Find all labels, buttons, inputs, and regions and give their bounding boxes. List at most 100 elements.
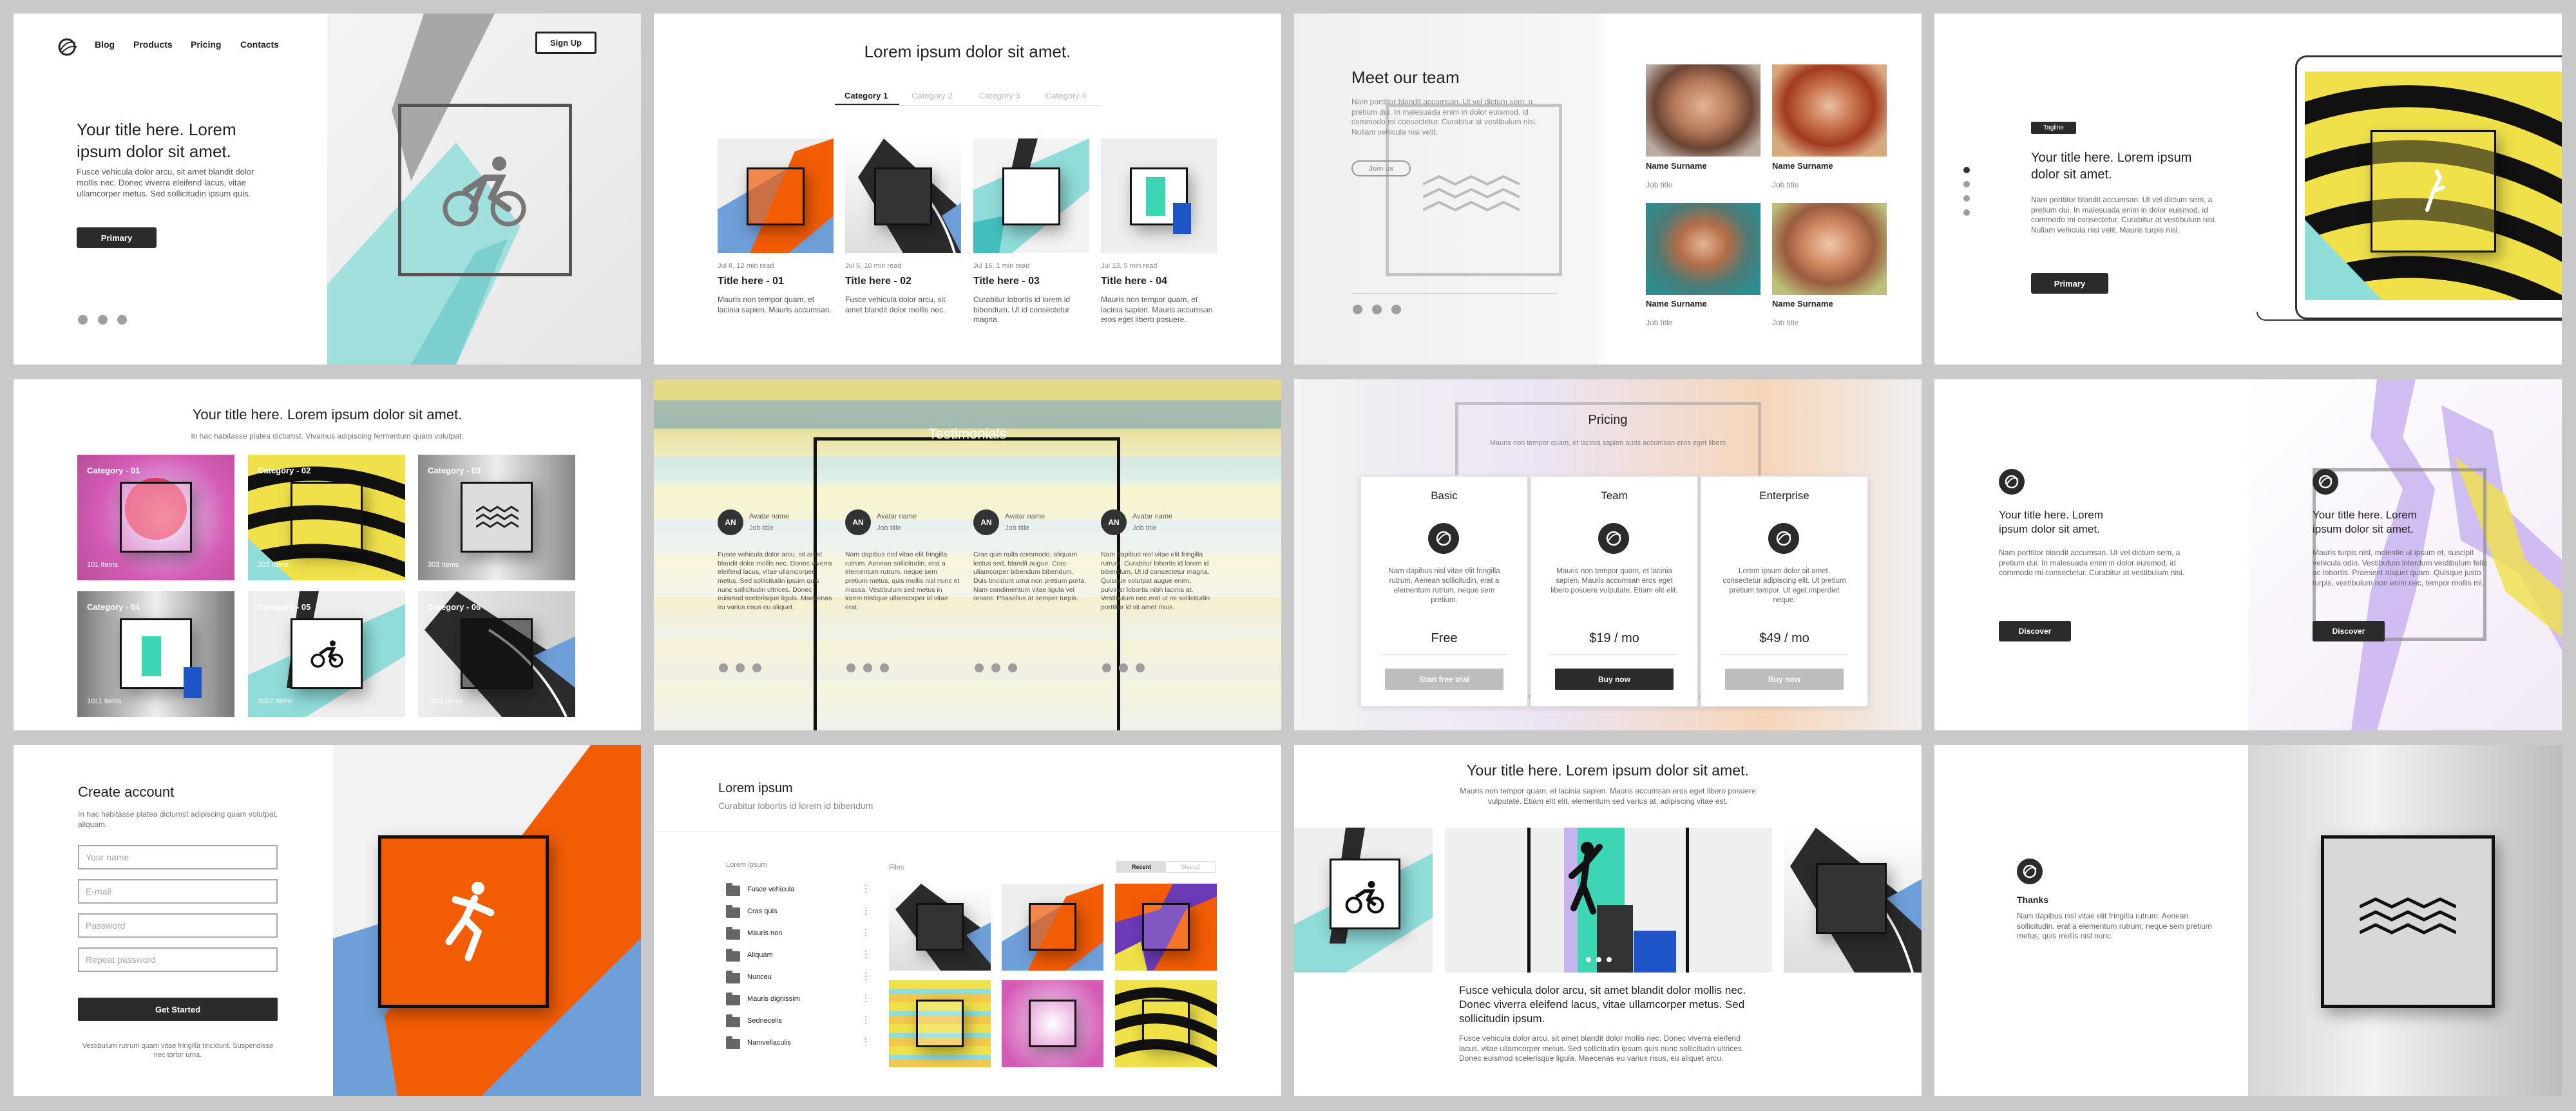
more-icon[interactable]: ⋮ — [861, 927, 870, 938]
team-photo-1[interactable] — [1646, 64, 1760, 157]
slider-dot-1[interactable] — [1353, 305, 1362, 314]
primary-button[interactable]: Primary — [2031, 273, 2108, 294]
slider-dot-2[interactable] — [1372, 305, 1382, 314]
globe-logo-icon — [1999, 469, 2025, 495]
nav-pricing[interactable]: Pricing — [191, 39, 221, 50]
folder-item-2[interactable]: Cras quis — [747, 907, 777, 915]
globe-logo-icon[interactable] — [56, 37, 79, 61]
file-thumb-1[interactable] — [889, 884, 991, 971]
post-image-3[interactable] — [973, 138, 1089, 253]
slider-dot-1[interactable] — [1963, 167, 1970, 173]
slider-dot[interactable] — [719, 663, 728, 672]
tab-category-3[interactable]: Category 3 — [979, 91, 1020, 100]
slider-dot[interactable] — [752, 663, 761, 672]
tab-category-4[interactable]: Category 4 — [1045, 91, 1087, 100]
feature-image-left[interactable] — [1294, 828, 1433, 973]
plan-card-basic: Basic Nam dapibus nisl vitae elit fringi… — [1360, 475, 1529, 707]
more-icon[interactable]: ⋮ — [861, 1036, 870, 1047]
nav-products[interactable]: Products — [133, 39, 173, 50]
slider-dot[interactable] — [991, 663, 1000, 672]
file-thumb-4[interactable] — [889, 980, 991, 1067]
slider-dot-1[interactable] — [78, 315, 88, 325]
name-field[interactable]: Your name — [78, 845, 278, 869]
slider-dot-3[interactable] — [117, 315, 127, 325]
tab-category-1[interactable]: Category 1 — [844, 91, 888, 100]
slider-dot[interactable] — [975, 663, 984, 672]
slider-dot[interactable] — [1119, 663, 1128, 672]
buy-now-button[interactable]: Buy now — [1555, 669, 1674, 690]
more-icon[interactable]: ⋮ — [861, 905, 870, 916]
slider-dot[interactable] — [863, 663, 872, 672]
slider-dot[interactable] — [1102, 663, 1111, 672]
slider-dot[interactable] — [846, 663, 855, 672]
discover-button[interactable]: Discover — [2313, 621, 2385, 641]
view-toggle[interactable]: Recent Shared — [1116, 861, 1216, 873]
password-field[interactable]: Password — [78, 913, 278, 938]
feature-image-right[interactable] — [1784, 828, 1922, 973]
slider-dot-4[interactable] — [1963, 209, 1970, 216]
nav-blog[interactable]: Blog — [95, 39, 115, 50]
nav-contacts[interactable]: Contacts — [240, 39, 279, 50]
post-title-2[interactable]: Title here - 02 — [845, 276, 911, 287]
feature-image-center[interactable] — [1445, 828, 1772, 973]
start-free-trial-button[interactable]: Start free trial — [1385, 669, 1503, 690]
post-image-2[interactable] — [845, 138, 961, 253]
more-icon[interactable]: ⋮ — [861, 949, 870, 960]
avatar-job-1: Job title — [749, 524, 774, 532]
slider-dot[interactable] — [1586, 957, 1591, 962]
right-text: Mauris turpis nisl, molestie ut ipsum et… — [2313, 548, 2487, 587]
post-title-4[interactable]: Title here - 04 — [1101, 276, 1167, 287]
get-started-button[interactable]: Get Started — [78, 998, 278, 1021]
slider-dot[interactable] — [736, 663, 745, 672]
folder-item-1[interactable]: Fusce vehicula — [747, 886, 794, 893]
folder-item-3[interactable]: Mauris non — [747, 929, 782, 937]
slider-dots-vertical[interactable] — [1963, 167, 1970, 218]
file-thumb-5[interactable] — [1002, 980, 1103, 1067]
file-thumb-3[interactable] — [1115, 884, 1217, 971]
thumb-frame — [1142, 903, 1190, 951]
primary-button[interactable]: Primary — [77, 227, 157, 248]
more-icon[interactable]: ⋮ — [861, 992, 870, 1003]
folder-item-6[interactable]: Mauris dignissim — [747, 995, 800, 1003]
signup-button[interactable]: Sign Up — [535, 32, 596, 54]
folder-icon — [726, 905, 740, 918]
team-photo-2[interactable] — [1772, 64, 1887, 157]
file-thumb-2[interactable] — [1002, 884, 1103, 971]
slider-dot[interactable] — [1607, 957, 1612, 962]
post-image-4[interactable] — [1101, 138, 1217, 253]
folder-item-4[interactable]: Aliquam — [747, 951, 773, 959]
post-image-1[interactable] — [718, 138, 834, 253]
join-us-button[interactable]: Join us — [1351, 160, 1411, 176]
file-thumb-6[interactable] — [1115, 980, 1217, 1067]
team-photo-3[interactable] — [1646, 203, 1760, 295]
slider-dot[interactable] — [880, 663, 889, 672]
slider-dot[interactable] — [1008, 663, 1017, 672]
signup-title: Create account — [78, 784, 175, 800]
category-frame — [291, 482, 363, 553]
more-icon[interactable]: ⋮ — [861, 971, 870, 982]
team-photo-4[interactable] — [1772, 203, 1887, 295]
folder-item-7[interactable]: Sednecelis — [747, 1017, 782, 1025]
thumb-frame — [916, 1000, 964, 1047]
feature-subtitle: Mauris non tempor quam, et lacinia sapie… — [1460, 786, 1756, 806]
buy-now-button[interactable]: Buy now — [1725, 669, 1844, 690]
more-icon[interactable]: ⋮ — [861, 883, 870, 894]
folder-item-5[interactable]: Nunceu — [747, 973, 772, 981]
discover-button[interactable]: Discover — [1999, 621, 2071, 641]
post-title-3[interactable]: Title here - 03 — [973, 276, 1040, 287]
slider-dot[interactable] — [1596, 957, 1601, 962]
toggle-shared[interactable]: Shared — [1166, 862, 1215, 872]
toggle-recent[interactable]: Recent — [1117, 862, 1166, 872]
slider-dot[interactable] — [1136, 663, 1145, 672]
post-title-1[interactable]: Title here - 01 — [718, 276, 784, 287]
repeat-password-field[interactable]: Repeat password — [78, 947, 278, 972]
email-field[interactable]: E-mail — [78, 879, 278, 904]
slider-dot-2[interactable] — [98, 315, 108, 325]
tab-category-2[interactable]: Category 2 — [911, 91, 953, 100]
folder-item-8[interactable]: Namvellaculis — [747, 1039, 791, 1047]
testimonial-text-1: Fusce vehicula dolor arcu, sit amet blan… — [718, 551, 832, 611]
slider-dot-2[interactable] — [1963, 181, 1970, 187]
more-icon[interactable]: ⋮ — [861, 1014, 870, 1025]
slider-dot-3[interactable] — [1963, 195, 1970, 202]
slider-dot-3[interactable] — [1391, 305, 1401, 314]
